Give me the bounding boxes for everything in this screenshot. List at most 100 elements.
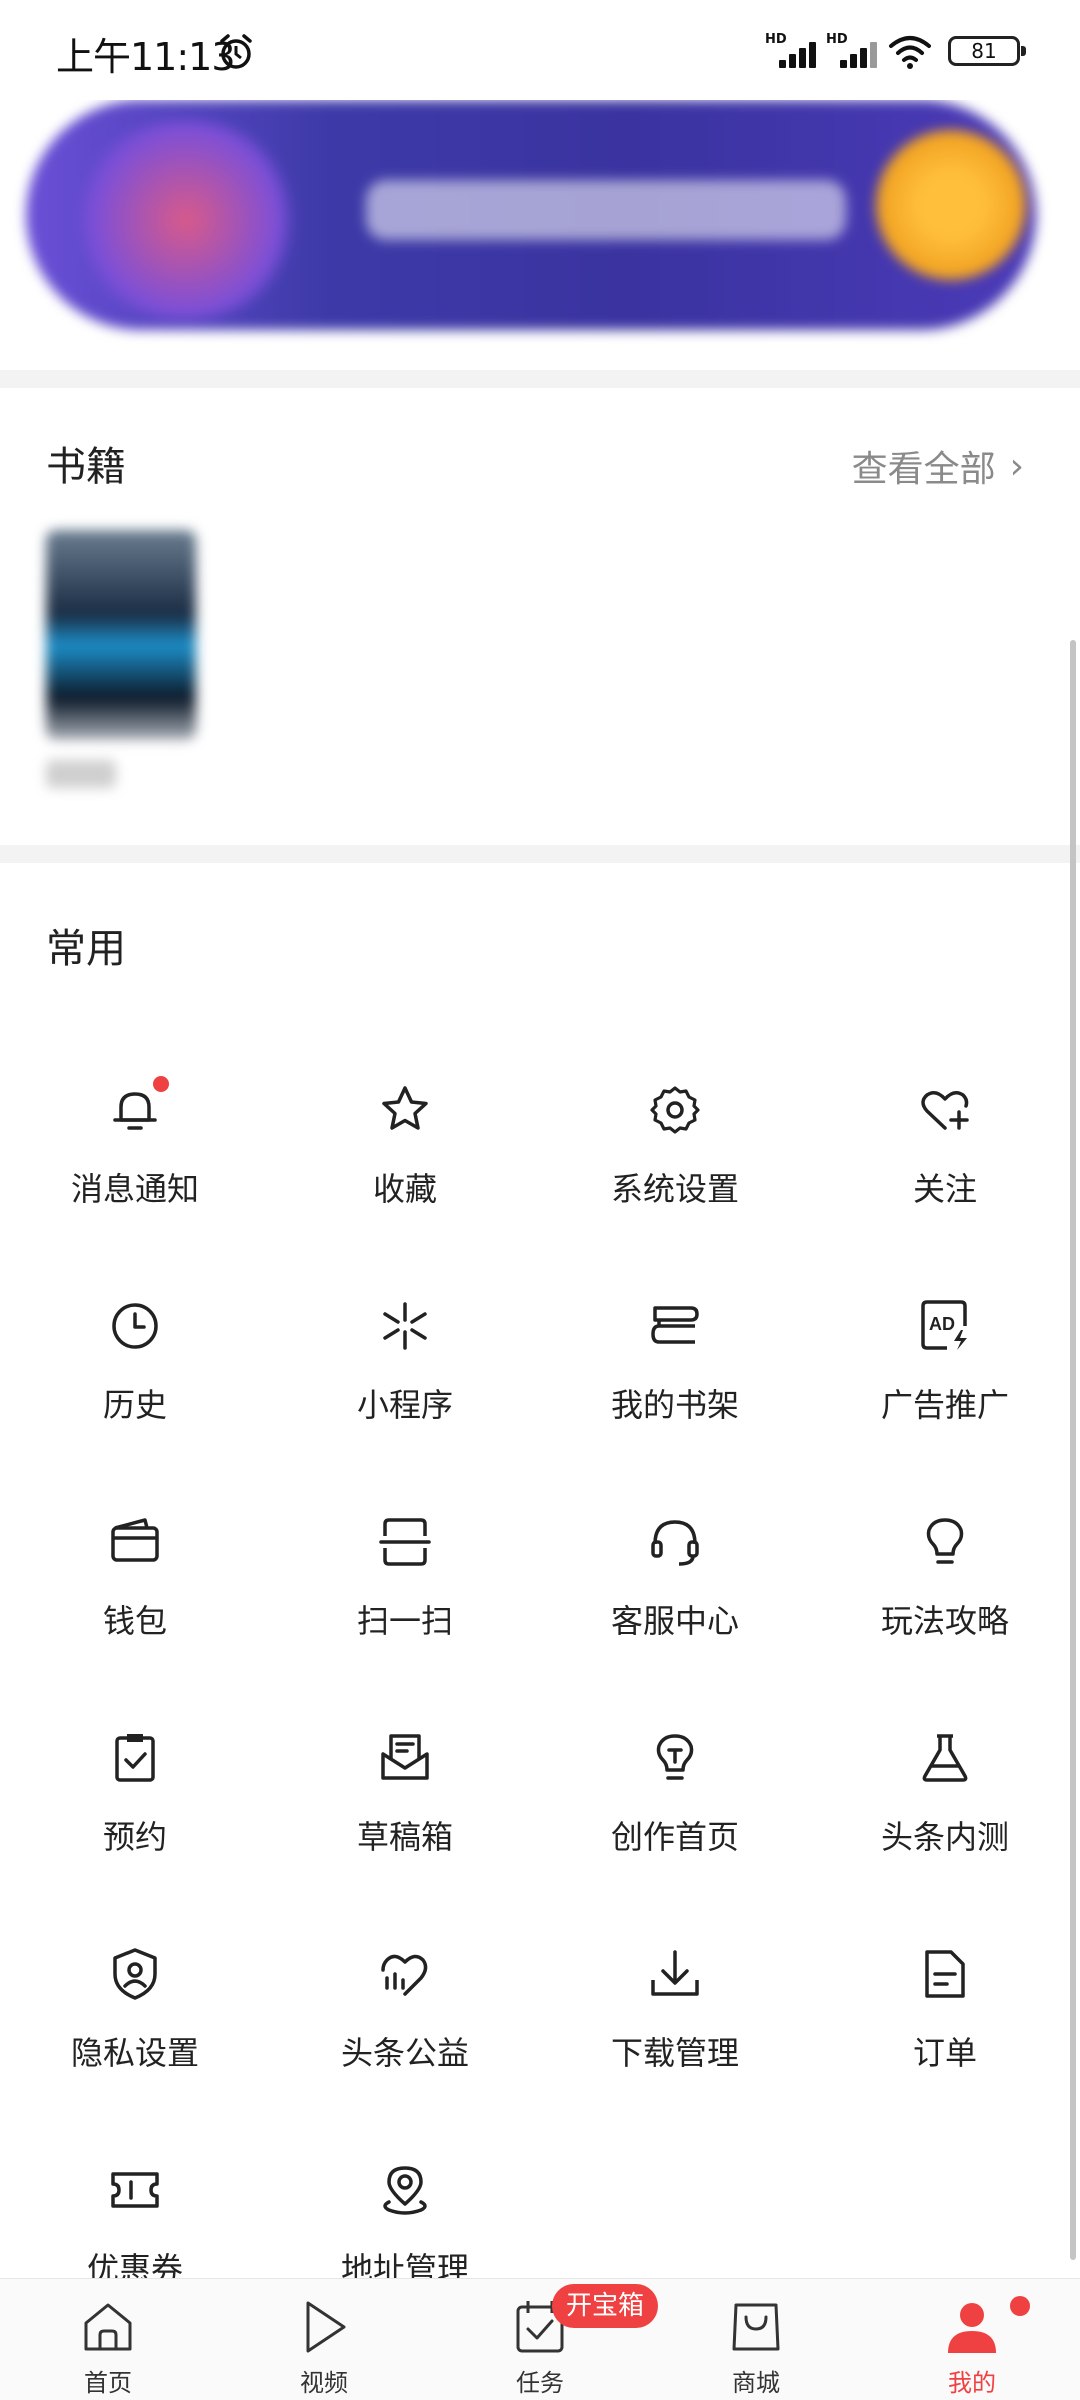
grid-item-following[interactable]: 关注 — [810, 1020, 1080, 1235]
grid-item-label: 订单 — [912, 2034, 977, 2072]
view-all-link[interactable]: 查看全部 › — [852, 440, 1024, 492]
grid-item-drafts[interactable]: 草稿箱 — [270, 1668, 540, 1883]
grid-item-label: 下载管理 — [610, 2034, 739, 2072]
clock-icon — [105, 1296, 165, 1356]
draft-box-icon — [375, 1728, 435, 1788]
grid-item-label: 头条内测 — [880, 1818, 1009, 1856]
grid-item-label: 历史 — [102, 1386, 167, 1424]
grid-item-favorites[interactable]: 收藏 — [270, 1020, 540, 1235]
grid-item-settings[interactable]: 系统设置 — [540, 1020, 810, 1235]
notification-dot — [153, 1076, 169, 1092]
battery-level: 81 — [971, 39, 997, 63]
grid-item-history[interactable]: 历史 — [0, 1236, 270, 1451]
grid-item-label: 我的书架 — [610, 1386, 739, 1424]
clipboard-check-icon — [105, 1728, 165, 1788]
nav-mine[interactable]: 我的 — [864, 2279, 1080, 2400]
scan-icon — [375, 1512, 435, 1572]
nav-video[interactable]: 视频 — [216, 2279, 432, 2400]
nav-home[interactable]: 首页 — [0, 2279, 216, 2400]
grid-item-bookshelf[interactable]: 我的书架 — [540, 1236, 810, 1451]
grid-item-scan[interactable]: 扫一扫 — [270, 1452, 540, 1667]
grid-item-label: 广告推广 — [880, 1386, 1009, 1424]
grid-item-creator-home[interactable]: 创作首页 — [540, 1668, 810, 1883]
grid-item-label: 草稿箱 — [356, 1818, 453, 1856]
grid-item-beta-test[interactable]: 头条内测 — [810, 1668, 1080, 1883]
grid-item-label: 头条公益 — [340, 2034, 469, 2072]
profile-icon — [942, 2297, 1002, 2357]
shopping-bag-icon — [726, 2297, 786, 2357]
grid-item-reservation[interactable]: 预约 — [0, 1668, 270, 1883]
nav-label: 首页 — [84, 2369, 132, 2397]
grid-item-label: 收藏 — [372, 1170, 437, 1208]
shield-user-icon — [105, 1944, 165, 2004]
flask-icon — [915, 1728, 975, 1788]
grid-item-label: 玩法攻略 — [880, 1602, 1009, 1640]
play-icon — [294, 2297, 354, 2357]
grid-item-label: 关注 — [912, 1170, 977, 1208]
mini-program-icon — [375, 1296, 435, 1356]
view-all-label: 查看全部 — [851, 449, 996, 490]
grid-item-charity[interactable]: 头条公益 — [270, 1884, 540, 2099]
grid-item-wallet[interactable]: 钱包 — [0, 1452, 270, 1667]
wallet-icon — [105, 1512, 165, 1572]
grid-item-label: 客服中心 — [610, 1602, 739, 1640]
chevron-right-icon: › — [1009, 445, 1024, 487]
charity-heart-icon — [375, 1944, 435, 2004]
wifi-icon — [889, 36, 931, 69]
headset-icon — [645, 1512, 705, 1572]
alarm-icon — [220, 34, 252, 69]
signal-1-hd: HD — [765, 32, 787, 47]
grid-item-label: 小程序 — [356, 1386, 453, 1424]
battery-icon: 81 — [948, 36, 1026, 66]
signal-2-icon: HD — [826, 30, 880, 70]
status-time: 上午11:13 — [56, 35, 236, 79]
ad-icon: AD — [915, 1296, 975, 1356]
grid-item-guide[interactable]: 玩法攻略 — [810, 1452, 1080, 1667]
coupon-icon — [105, 2160, 165, 2220]
grid-item-label: 消息通知 — [70, 1170, 199, 1208]
common-title: 常用 — [46, 926, 126, 972]
create-bulb-icon — [645, 1728, 705, 1788]
signal-2-hd: HD — [826, 32, 848, 47]
home-icon — [78, 2297, 138, 2357]
grid-item-ad-promotion[interactable]: AD 广告推广 — [810, 1236, 1080, 1451]
bell-icon — [105, 1076, 169, 1140]
scrollbar[interactable] — [1070, 640, 1076, 2260]
lightbulb-icon — [915, 1512, 975, 1572]
grid-item-label: 系统设置 — [610, 1170, 739, 1208]
bottom-nav: 首页 视频 任务 商城 我的 — [0, 2278, 1080, 2400]
nav-label: 商城 — [732, 2369, 780, 2397]
nav-label: 视频 — [300, 2369, 348, 2397]
grid-item-label: 预约 — [102, 1818, 167, 1856]
grid-item-downloads[interactable]: 下载管理 — [540, 1884, 810, 2099]
nav-label: 任务 — [516, 2369, 564, 2397]
section-divider — [0, 845, 1080, 863]
grid-item-notifications[interactable]: 消息通知 — [0, 1020, 270, 1235]
bookshelf-icon — [645, 1296, 705, 1356]
nav-mall[interactable]: 商城 — [648, 2279, 864, 2400]
promo-banner[interactable] — [26, 100, 1036, 330]
grid-item-orders[interactable]: 订单 — [810, 1884, 1080, 2099]
grid-item-mini-programs[interactable]: 小程序 — [270, 1236, 540, 1451]
grid-item-customer-service[interactable]: 客服中心 — [540, 1452, 810, 1667]
download-icon — [645, 1944, 705, 2004]
signal-1-icon: HD — [765, 30, 819, 70]
gear-icon — [645, 1080, 705, 1140]
books-title: 书籍 — [46, 444, 126, 490]
grid-item-privacy[interactable]: 隐私设置 — [0, 1884, 270, 2099]
star-icon — [375, 1080, 435, 1140]
book-name — [46, 760, 116, 788]
grid-item-label: 创作首页 — [610, 1818, 739, 1856]
profile-notification-dot — [1010, 2296, 1030, 2316]
treasure-box-badge[interactable]: 开宝箱 — [552, 2284, 659, 2328]
location-pin-icon — [375, 2160, 435, 2220]
grid-item-label: 隐私设置 — [70, 2034, 199, 2072]
book-cover[interactable] — [46, 530, 196, 740]
document-icon — [915, 1944, 975, 2004]
nav-label: 我的 — [948, 2369, 996, 2397]
svg-text:AD: AD — [929, 1314, 955, 1334]
status-bar: 上午11:13 HD HD 81 — [0, 0, 1080, 100]
grid-item-label: 钱包 — [102, 1602, 167, 1640]
section-divider — [0, 370, 1080, 388]
grid-item-label: 扫一扫 — [356, 1602, 453, 1640]
